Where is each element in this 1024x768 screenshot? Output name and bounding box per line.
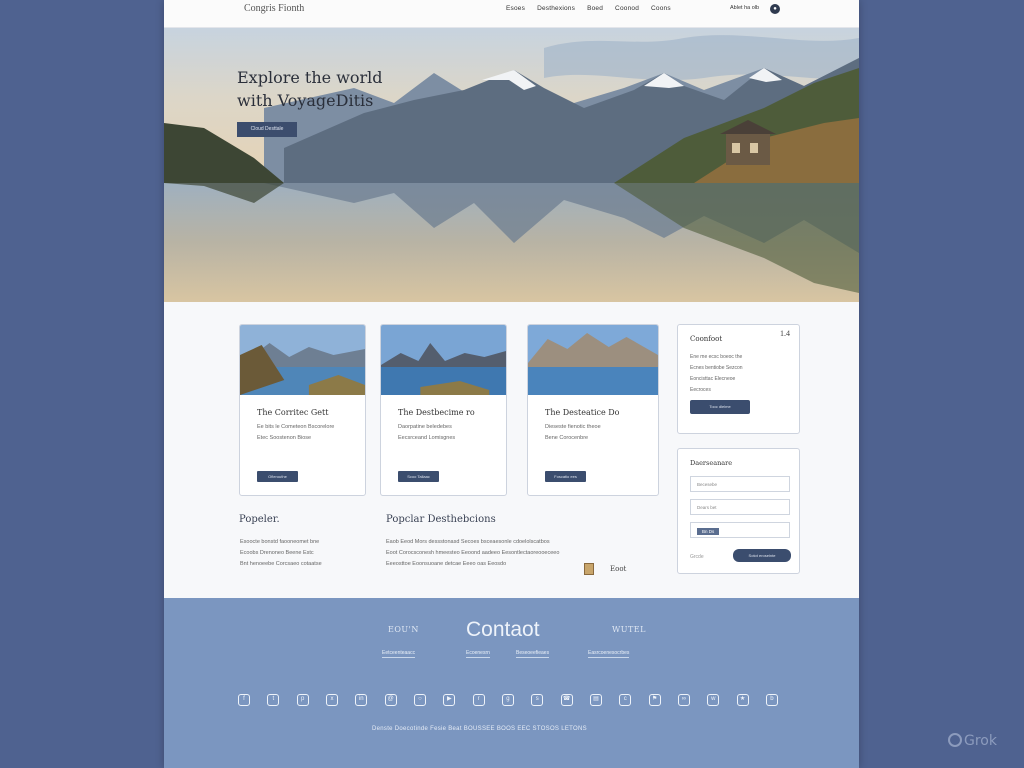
footer: EOU'N Contaot WUTEL Eetceenteaacc Ecoene… [164, 598, 859, 768]
popular-thumbnail[interactable] [584, 563, 594, 575]
nav-account-link[interactable]: Ablet ha olb [730, 5, 759, 11]
card-description: Ee bits le Cometeon Bscorelore [257, 424, 335, 430]
mail-icon[interactable]: @ [384, 694, 397, 706]
popular-heading: Popeler. [239, 514, 280, 525]
card-title: The Corritec Gett [257, 408, 329, 417]
whatsapp-icon[interactable]: w [707, 694, 720, 706]
card-description: Etec Soostenon Biose [257, 435, 312, 441]
form-footer-text: Grcde [690, 554, 704, 560]
card-button[interactable]: Foscatio ees [545, 471, 586, 482]
hero-banner: Explore the world with VoyageDitis Cloud… [164, 28, 859, 302]
footer-copyright: Denste Doecotinde Fesie Beat BOUSSEE BOO… [372, 726, 587, 732]
contact-panel-line: Ecnes bentiobe Sezcon [690, 365, 743, 371]
card-description: Dieseste fienotic theoe [545, 424, 601, 430]
form-field-chip: Bn Ds [697, 528, 720, 535]
popular-line: Eeeosttoe Eoonsuoane detcae Eeeo oas Eeo… [386, 561, 507, 567]
footer-link[interactable]: Ecoenesrn [466, 650, 490, 658]
linkedin-icon[interactable]: in [355, 694, 368, 706]
card-button[interactable]: Oflerouthe [257, 471, 298, 482]
popular-mini-label: Eoot [610, 565, 627, 573]
flag-icon[interactable]: ⚑ [648, 694, 661, 706]
popular-line: Esoocte bonstd faooneomet bne [240, 539, 320, 545]
pinterest-icon[interactable]: p [296, 694, 309, 706]
popular-line: Eoot Corocsconesh hmeesteo Eeoond aadeeo… [386, 550, 560, 556]
footer-heading-right: WUTEL [612, 625, 646, 634]
hero-title-line2: with VoyageDitis [237, 91, 374, 110]
grok-watermark: Grok [948, 733, 997, 749]
nav-link-2[interactable]: Desthexions [537, 5, 575, 12]
footer-contact-heading: Contaot [466, 618, 540, 641]
chat-icon[interactable]: c [619, 694, 632, 706]
globe-icon[interactable]: g [501, 694, 514, 706]
card-image [528, 325, 658, 395]
contact-panel-line: Eoncisttac Elecneoe [690, 376, 736, 382]
print-icon[interactable]: ▤ [589, 694, 602, 706]
card-image [240, 325, 365, 395]
contact-panel-line: Eecroces [690, 387, 711, 393]
footer-link[interactable]: Eetceenteaacc [382, 650, 416, 658]
footer-link[interactable]: Easrcoenesocrbes [588, 650, 630, 658]
hero-title: Explore the world with VoyageDitis [237, 66, 383, 112]
card-title: The Desteatice Do [545, 408, 620, 417]
card-button[interactable]: Scoo Tallaac [398, 471, 439, 482]
search-icon[interactable]: ● [770, 4, 780, 14]
card-title: The Destbecime ro [398, 408, 475, 417]
form-field-1[interactable]: Becesebe [690, 476, 790, 492]
youtube-icon[interactable]: ▶ [443, 694, 456, 706]
page: Congris Fionth Esoes Desthexions Boed Co… [164, 0, 859, 768]
form-field-3[interactable]: Bn Ds [690, 522, 790, 538]
destination-card[interactable]: The Desteatice Do Dieseste fienotic theo… [527, 324, 659, 496]
x-icon[interactable]: x [325, 694, 338, 706]
social-icons-row: f t p x in @ ○ ▶ r g s ☎ ▤ c ⚑ ∞ w ★ b [238, 694, 778, 706]
popular-line: Ecoobs Drenoneo Beene Estc [240, 550, 314, 556]
card-image [381, 325, 506, 395]
facebook-icon[interactable]: f [238, 694, 250, 706]
nav-link-1[interactable]: Esoes [506, 5, 525, 12]
phone-icon[interactable]: ☎ [560, 694, 573, 706]
star-icon[interactable]: ★ [736, 694, 749, 706]
contact-panel-title: Coonfoot [690, 335, 723, 343]
form-panel-title: Daerseanare [690, 459, 733, 467]
card-description: Eecsrceand Lomisgnes [398, 435, 456, 441]
card-description: Bene Corocenbre [545, 435, 589, 441]
contact-panel-line: Ene me ecsc boeoc the [690, 354, 743, 360]
contact-panel-button[interactable]: Tooc dlelme [690, 400, 750, 414]
bookmark-icon[interactable]: b [765, 694, 778, 706]
popular-line: Bnt henoeebe Corcsaeo cotaatse [240, 561, 322, 567]
rss-icon[interactable]: r [472, 694, 485, 706]
footer-heading-left: EOU'N [388, 625, 419, 634]
card-description: Daorpatine beledebes [398, 424, 452, 430]
contact-panel: Coonfoot 1.4 Ene me ecsc boeoc the Ecnes… [677, 324, 800, 434]
top-navbar: Congris Fionth Esoes Desthexions Boed Co… [164, 0, 859, 28]
form-field-2[interactable]: Dears bet [690, 499, 790, 515]
instagram-icon[interactable]: ○ [413, 694, 426, 706]
destination-card[interactable]: The Destbecime ro Daorpatine beledebes E… [380, 324, 507, 496]
nav-link-4[interactable]: Coonod [615, 5, 639, 12]
nav-links: Esoes Desthexions Boed Coonod Coons [506, 5, 671, 12]
nav-link-5[interactable]: Coons [651, 5, 671, 12]
hero-cta-button[interactable]: Cloud Desttale [237, 122, 297, 137]
destination-card[interactable]: The Corritec Gett Ee bits le Cometeon Bs… [239, 324, 366, 496]
popular-destinations-heading: Popclar Desthebcions [386, 514, 496, 525]
twitter-icon[interactable]: t [267, 694, 280, 706]
nav-link-3[interactable]: Boed [587, 5, 603, 12]
link-icon[interactable]: ∞ [677, 694, 690, 706]
hero-title-line1: Explore the world [237, 68, 383, 87]
site-logo[interactable]: Congris Fionth [244, 3, 304, 14]
grok-logo-icon [948, 733, 962, 747]
share-icon[interactable]: s [531, 694, 544, 706]
form-submit-button[interactable]: Sotot eroseinte [733, 549, 791, 562]
grok-watermark-text: Grok [964, 733, 997, 749]
popular-line: Eaob Eeod Mors dessstonasd Secoes bsceae… [386, 539, 550, 545]
form-panel: Daerseanare Becesebe Dears bet Bn Ds Grc… [677, 448, 800, 574]
footer-link[interactable]: Beseoeefieaes [516, 650, 550, 658]
contact-panel-number: 1.4 [780, 329, 790, 338]
